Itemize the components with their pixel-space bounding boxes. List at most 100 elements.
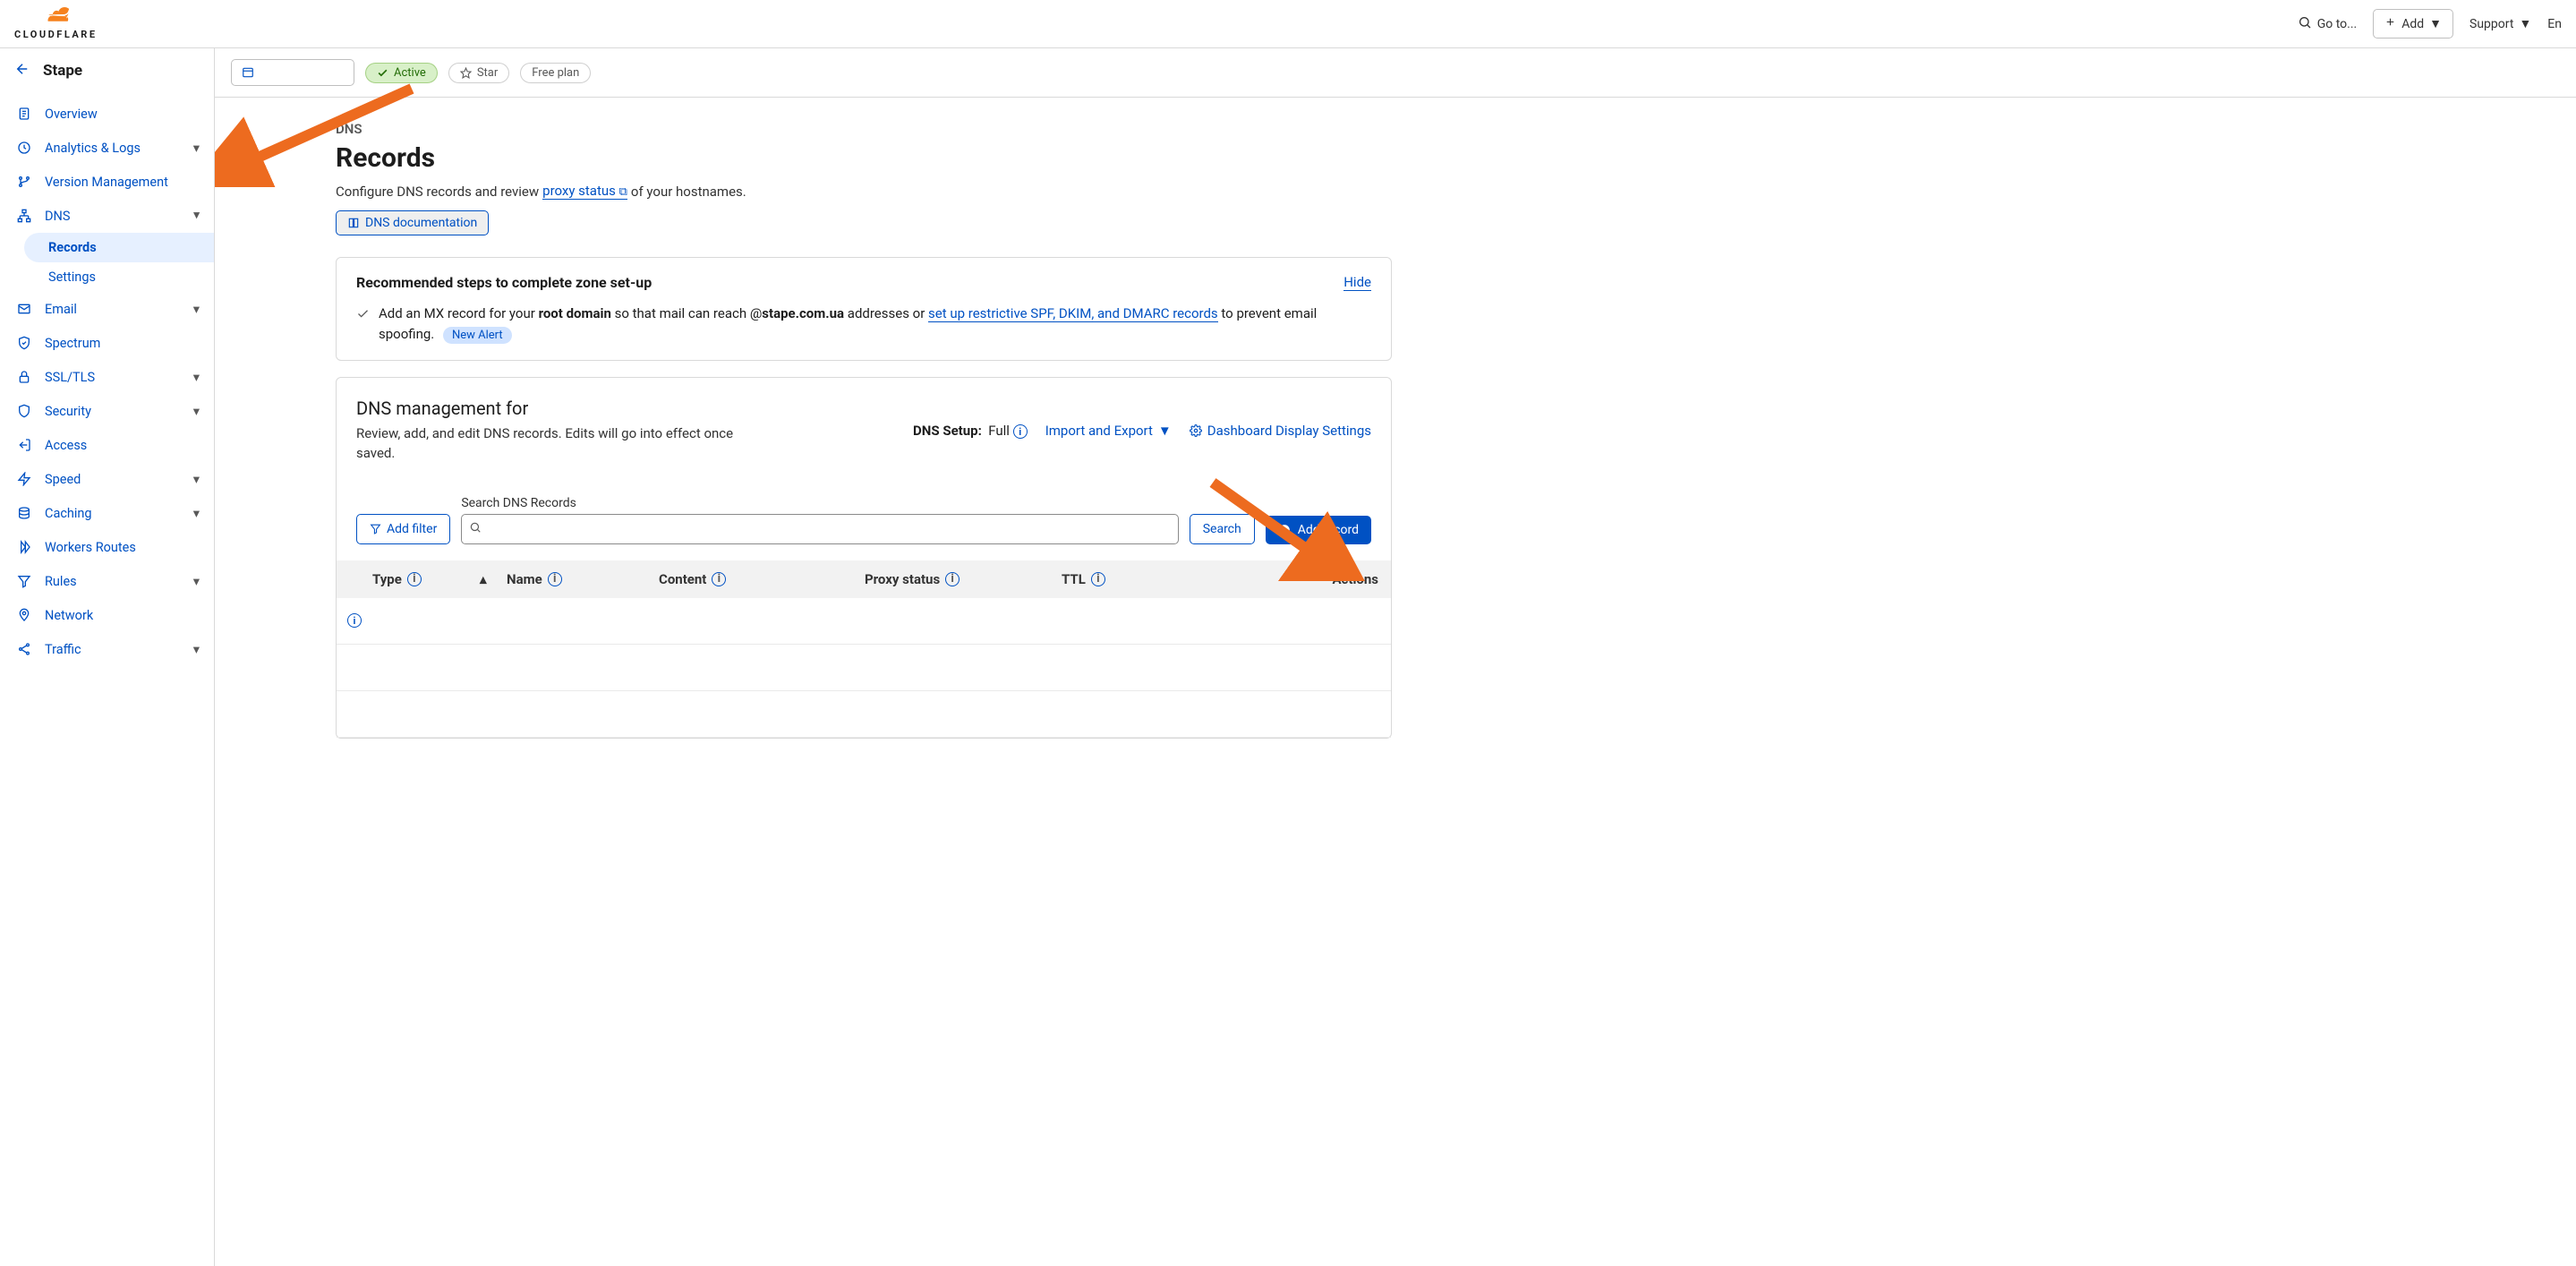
nav-caching[interactable]: Caching ▾ xyxy=(0,496,214,530)
database-icon xyxy=(16,505,32,521)
chevron-down-icon: ▾ xyxy=(193,141,200,156)
nav-dns[interactable]: DNS ▴ xyxy=(0,199,214,233)
clock-icon xyxy=(16,140,32,156)
browser-icon xyxy=(241,66,255,79)
nav-overview[interactable]: Overview xyxy=(0,97,214,131)
nav-traffic[interactable]: Traffic ▾ xyxy=(0,632,214,666)
chevron-down-icon: ▾ xyxy=(193,404,200,419)
table-row[interactable] xyxy=(337,691,1391,738)
nav-speed[interactable]: Speed ▾ xyxy=(0,462,214,496)
domain-selector[interactable] xyxy=(231,59,354,86)
nav-email[interactable]: Email ▾ xyxy=(0,292,214,326)
star-button[interactable]: Star xyxy=(448,63,509,83)
th-ttl[interactable]: TTL i xyxy=(1062,571,1187,587)
plan-pill[interactable]: Free plan xyxy=(520,63,591,83)
gear-icon xyxy=(1190,424,1202,437)
dns-title: DNS management for xyxy=(356,398,768,419)
page-description: Configure DNS records and review proxy s… xyxy=(336,183,1392,200)
th-content[interactable]: Content i xyxy=(659,571,865,587)
th-type[interactable]: Type i xyxy=(372,571,480,587)
content: Active Star Free plan DNS Records Config… xyxy=(215,48,2576,1266)
add-button[interactable]: Add ▼ xyxy=(2373,9,2453,38)
chevron-down-icon: ▾ xyxy=(193,302,200,317)
site-selector[interactable]: Stape xyxy=(0,48,214,93)
goto-button[interactable]: Go to... xyxy=(2298,15,2358,33)
site-name: Stape xyxy=(43,62,82,80)
brand-text: CLOUDFLARE xyxy=(14,29,98,40)
search-icon xyxy=(469,521,482,537)
search-input[interactable] xyxy=(461,514,1178,544)
nav-workers[interactable]: Workers Routes xyxy=(0,530,214,564)
nav-rules[interactable]: Rules ▾ xyxy=(0,564,214,598)
info-icon[interactable]: i xyxy=(1013,424,1028,439)
chevron-down-icon: ▼ xyxy=(1158,423,1172,439)
breadcrumb: DNS xyxy=(336,121,1392,137)
info-icon[interactable]: i xyxy=(347,613,362,628)
add-filter-button[interactable]: Add filter xyxy=(356,514,450,544)
dns-doc-button[interactable]: DNS documentation xyxy=(336,210,489,235)
nav-network[interactable]: Network xyxy=(0,598,214,632)
shield-check-icon xyxy=(16,335,32,351)
nav-dns-records[interactable]: Records xyxy=(24,233,214,262)
sort-icon[interactable]: ▴ xyxy=(480,571,507,587)
language-button[interactable]: En xyxy=(2547,17,2562,31)
external-link-icon: ⧉ xyxy=(619,185,627,199)
hide-link[interactable]: Hide xyxy=(1343,274,1371,291)
new-alert-badge[interactable]: New Alert xyxy=(443,327,512,344)
support-button[interactable]: Support ▼ xyxy=(2469,16,2531,31)
arrow-left-icon[interactable] xyxy=(14,61,30,81)
nav-ssl[interactable]: SSL/TLS ▾ xyxy=(0,360,214,394)
check-icon xyxy=(377,67,388,79)
star-icon xyxy=(460,67,472,79)
info-icon[interactable]: i xyxy=(945,572,960,586)
search-label: Search DNS Records xyxy=(461,496,1178,510)
cloud-icon xyxy=(38,7,73,27)
plus-icon xyxy=(2384,16,2396,31)
info-icon[interactable]: i xyxy=(548,572,562,586)
funnel-icon xyxy=(16,573,32,589)
branch-icon xyxy=(16,174,32,190)
search-icon xyxy=(2298,15,2312,33)
proxy-status-link[interactable]: proxy status ⧉ xyxy=(542,183,627,200)
workers-icon xyxy=(16,539,32,555)
chevron-down-icon: ▼ xyxy=(2429,16,2442,31)
nav-analytics[interactable]: Analytics & Logs ▾ xyxy=(0,131,214,165)
display-settings-link[interactable]: Dashboard Display Settings xyxy=(1190,423,1371,439)
import-export-link[interactable]: Import and Export ▼ xyxy=(1045,423,1172,439)
dns-setup-label: DNS Setup: xyxy=(913,423,982,439)
table-header: Type i ▴ Name i Content i Proxy status i… xyxy=(337,560,1391,598)
clipboard-icon xyxy=(16,106,32,122)
search-button[interactable]: Search xyxy=(1190,514,1255,544)
zone-toolbar: Active Star Free plan xyxy=(215,48,2576,98)
table-row[interactable] xyxy=(337,645,1391,691)
share-icon xyxy=(16,641,32,657)
nav-dns-settings[interactable]: Settings xyxy=(0,262,214,292)
info-icon[interactable]: i xyxy=(712,572,726,586)
table-row[interactable]: i xyxy=(337,598,1391,645)
nav-access[interactable]: Access xyxy=(0,428,214,462)
chevron-down-icon: ▾ xyxy=(193,642,200,657)
th-name[interactable]: Name i xyxy=(507,571,659,587)
plus-circle-icon xyxy=(1278,524,1291,536)
brand-logo[interactable]: CLOUDFLARE xyxy=(14,7,98,40)
th-proxy[interactable]: Proxy status i xyxy=(865,571,1062,587)
info-icon[interactable]: i xyxy=(407,572,422,586)
table-body: i xyxy=(356,598,1371,738)
nav-version[interactable]: Version Management xyxy=(0,165,214,199)
nav-security[interactable]: Security ▾ xyxy=(0,394,214,428)
mail-icon xyxy=(16,301,32,317)
recommended-title: Recommended steps to complete zone set-u… xyxy=(356,274,652,291)
nav-spectrum[interactable]: Spectrum xyxy=(0,326,214,360)
nav: Overview Analytics & Logs ▾ Version Mana… xyxy=(0,93,214,670)
spf-link[interactable]: set up restrictive SPF, DKIM, and DMARC … xyxy=(928,305,1218,322)
bolt-icon xyxy=(16,471,32,487)
th-actions: Actions xyxy=(1187,571,1391,587)
dns-card: DNS management for Review, add, and edit… xyxy=(336,377,1392,739)
add-record-button[interactable]: Add record xyxy=(1266,516,1371,544)
chevron-down-icon: ▾ xyxy=(193,472,200,487)
sitemap-icon xyxy=(16,208,32,224)
recommended-card: Recommended steps to complete zone set-u… xyxy=(336,257,1392,361)
info-icon[interactable]: i xyxy=(1091,572,1105,586)
chevron-down-icon: ▾ xyxy=(193,506,200,521)
dns-setup-value: Full xyxy=(988,423,1010,439)
